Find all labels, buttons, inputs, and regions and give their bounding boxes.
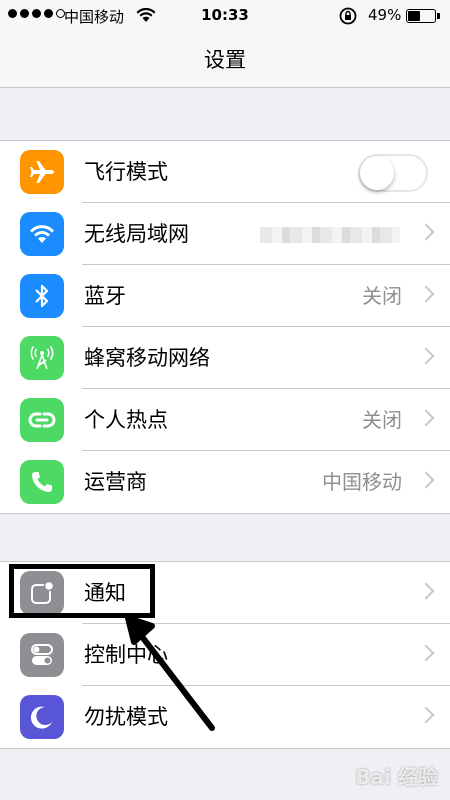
settings-row-hotspot[interactable]: 个人热点 关闭 [0, 389, 450, 451]
row-value: 关闭 [362, 284, 402, 308]
chevron-right-icon [417, 285, 435, 303]
settings-row-do-not-disturb[interactable]: 勿扰模式 [0, 686, 450, 748]
row-label: 运营商 [84, 470, 147, 494]
wifi-icon [20, 212, 64, 256]
chevron-right-icon [417, 471, 435, 489]
bluetooth-icon [20, 274, 64, 318]
annotation-highlight-box [9, 564, 155, 618]
row-label: 控制中心 [84, 643, 168, 667]
cellular-icon [20, 336, 64, 380]
settings-row-bluetooth[interactable]: 蓝牙 关闭 [0, 265, 450, 327]
row-value: 关闭 [362, 408, 402, 432]
row-label: 个人热点 [84, 408, 168, 432]
chevron-right-icon [417, 706, 435, 724]
page-title: 设置 [204, 48, 246, 72]
chevron-right-icon [417, 223, 435, 241]
orientation-lock-icon [338, 6, 358, 30]
status-bar: 中国移动 10:33 49% [0, 0, 450, 32]
settings-group-connectivity: 飞行模式 无线局域网 蓝牙 关闭 蜂窝移动网络 个人热点 关闭 运营商 中国移动 [0, 140, 450, 514]
settings-row-wifi[interactable]: 无线局域网 [0, 203, 450, 265]
watermark: Bai 经验 [355, 765, 438, 789]
row-label: 蜂窝移动网络 [84, 346, 210, 370]
row-label: 无线局域网 [84, 222, 189, 246]
row-label: 蓝牙 [84, 284, 126, 308]
phone-icon [20, 460, 64, 504]
settings-row-cellular[interactable]: 蜂窝移动网络 [0, 327, 450, 389]
airplane-mode-toggle[interactable] [358, 154, 428, 192]
chevron-right-icon [417, 409, 435, 427]
control-center-icon [20, 633, 64, 677]
battery-nub [437, 13, 440, 19]
battery-icon [406, 9, 440, 23]
nav-bar: 设置 [0, 32, 450, 88]
settings-row-carrier[interactable]: 运营商 中国移动 [0, 451, 450, 513]
battery-fill [408, 11, 420, 21]
wifi-network-name-obscured [260, 227, 400, 243]
moon-icon [20, 695, 64, 739]
hotspot-icon [20, 398, 64, 442]
settings-row-control-center[interactable]: 控制中心 [0, 624, 450, 686]
chevron-right-icon [417, 347, 435, 365]
battery-percent: 49% [368, 6, 402, 24]
chevron-right-icon [417, 644, 435, 662]
row-label: 飞行模式 [84, 160, 168, 184]
settings-row-airplane-mode: 飞行模式 [0, 141, 450, 203]
row-value: 中国移动 [322, 470, 402, 494]
airplane-icon [20, 150, 64, 194]
chevron-right-icon [417, 582, 435, 600]
toggle-knob [360, 156, 394, 190]
row-label: 勿扰模式 [84, 705, 168, 729]
